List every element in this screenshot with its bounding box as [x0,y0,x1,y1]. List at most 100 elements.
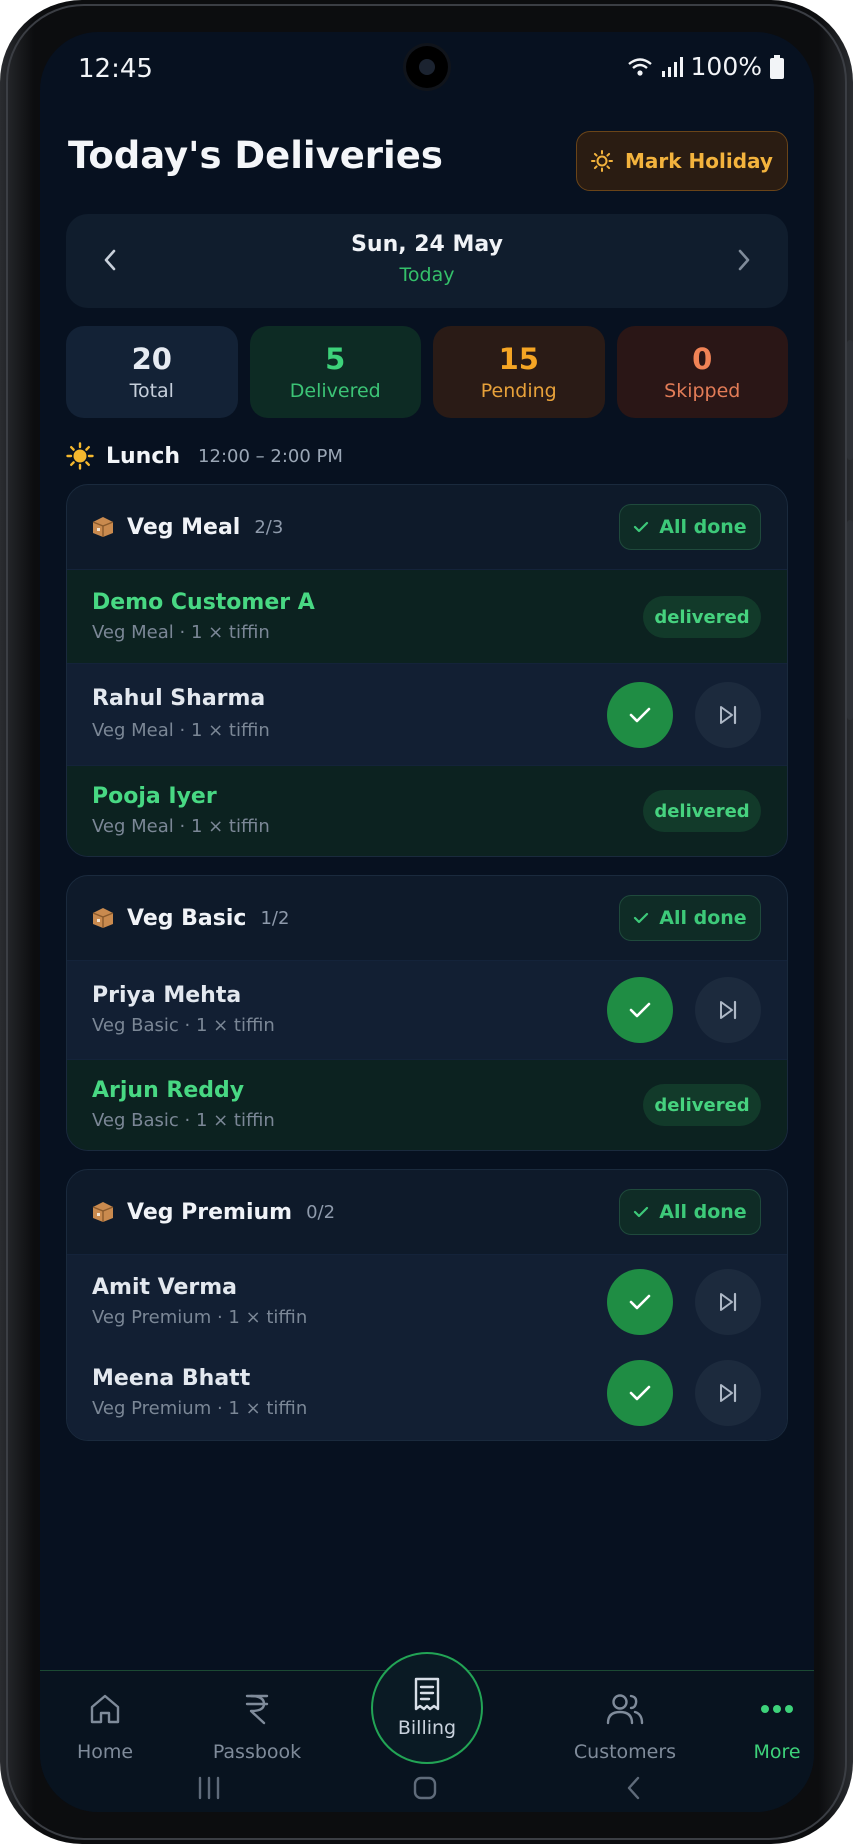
group-veg-premium: Veg Premium 0/2 All done Amit Verma Veg … [66,1169,788,1441]
wifi-icon [627,57,652,76]
customer-name: Arjun Reddy [92,1078,245,1103]
group-name: Veg Basic [127,905,247,931]
group-veg-meal: Veg Meal 2/3 All done Demo Customer A Ve… [66,484,788,857]
mark-holiday-label: Mark Holiday [625,149,773,173]
customer-row-amit-verma[interactable]: Amit Verma Veg Premium · 1 × tiffin [67,1254,787,1350]
customer-detail: Veg Meal · 1 × tiffin [92,720,270,741]
check-icon [634,912,649,924]
skip-next-icon [720,1383,737,1403]
phone-frame: 12:45 100% Today's Deliveries Mark Holid… [0,0,853,1844]
customer-name: Rahul Sharma [92,686,266,711]
group-name: Veg Meal [127,514,241,540]
nav-customers[interactable]: Customers [560,1689,690,1763]
front-camera [406,46,448,88]
group-count: 1/2 [260,907,290,929]
stat-skipped[interactable]: 0 Skipped [616,326,788,418]
nav-home-label: Home [76,1741,134,1763]
nav-billing[interactable]: Billing [371,1652,483,1764]
skip-button[interactable] [695,1269,761,1335]
stat-pending-label: Pending [480,380,557,402]
package-icon [92,517,114,537]
nav-passbook[interactable]: Passbook [192,1689,322,1763]
home-icon [90,1694,120,1724]
billing-fab-container: Billing [358,1652,496,1764]
more-dots-icon [761,1705,793,1713]
meal-time: 12:00 – 2:00 PM [198,445,343,467]
stat-total[interactable]: 20 Total [66,326,238,418]
all-done-button[interactable]: All done [619,895,761,941]
customer-detail: Veg Meal · 1 × tiffin [92,816,270,837]
back-icon[interactable] [624,1776,644,1800]
mark-delivered-button[interactable] [607,977,673,1043]
users-icon [606,1694,644,1725]
stats-row: 20 Total 5 Delivered 15 Pending 0 Skippe… [66,326,788,418]
check-icon [634,521,649,533]
customer-name: Amit Verma [92,1275,238,1300]
nav-customers-label: Customers [573,1741,677,1763]
check-icon [634,1206,649,1218]
check-icon [629,707,651,723]
rupee-icon [245,1694,269,1725]
home-circle-icon[interactable] [412,1776,438,1800]
stat-skipped-label: Skipped [664,380,741,402]
mark-delivered-button[interactable] [607,1360,673,1426]
customer-row-meena-bhatt[interactable]: Meena Bhatt Veg Premium · 1 × tiffin [67,1350,787,1440]
skip-button[interactable] [695,682,761,748]
nav-more[interactable]: More [712,1689,814,1763]
system-nav-bar [40,1772,814,1812]
customer-detail: Veg Basic · 1 × tiffin [92,1015,275,1036]
recent-apps-icon[interactable] [196,1776,222,1800]
page-title: Today's Deliveries [68,134,443,177]
stat-skipped-value: 0 [692,342,713,376]
stat-delivered[interactable]: 5 Delivered [249,326,421,418]
customer-row-priya-mehta[interactable]: Priya Mehta Veg Basic · 1 × tiffin [67,960,787,1059]
next-day-button[interactable] [726,242,762,278]
sun-icon [66,442,94,470]
customer-name: Pooja Iyer [92,784,217,809]
skip-button[interactable] [695,977,761,1043]
customer-name: Demo Customer A [92,590,315,615]
all-done-button[interactable]: All done [619,1189,761,1235]
status-icons: 100% [627,52,784,81]
customer-name: Meena Bhatt [92,1366,251,1391]
group-header: Veg Basic 1/2 All done [67,876,787,960]
customer-row-rahul-sharma[interactable]: Rahul Sharma Veg Meal · 1 × tiffin [67,663,787,765]
selected-date: Sun, 24 May [351,232,503,257]
nav-home[interactable]: Home [40,1689,170,1763]
receipt-icon [414,1677,440,1711]
customer-row-demo-customer-a[interactable]: Demo Customer A Veg Meal · 1 × tiffin de… [67,569,787,663]
meal-name: Lunch [106,443,181,469]
chevron-right-icon [738,249,750,271]
group-count: 2/3 [254,516,284,538]
customer-detail: Veg Basic · 1 × tiffin [92,1110,275,1131]
stat-total-label: Total [129,380,174,402]
all-done-label: All done [659,516,747,538]
package-icon [92,1202,114,1222]
stat-pending[interactable]: 15 Pending [433,326,605,418]
skip-button[interactable] [695,1360,761,1426]
check-icon [629,1002,651,1018]
mark-holiday-button[interactable]: Mark Holiday [576,131,788,191]
all-done-label: All done [659,907,747,929]
status-time: 12:45 [78,54,153,84]
skip-next-icon [720,705,737,725]
all-done-button[interactable]: All done [619,504,761,550]
delivered-badge: delivered [643,790,761,832]
customer-row-arjun-reddy[interactable]: Arjun Reddy Veg Basic · 1 × tiffin deliv… [67,1059,787,1150]
customer-row-pooja-iyer[interactable]: Pooja Iyer Veg Meal · 1 × tiffin deliver… [67,765,787,856]
customer-detail: Veg Premium · 1 × tiffin [92,1398,308,1419]
skip-next-icon [720,1000,737,1020]
mark-delivered-button[interactable] [607,682,673,748]
stat-pending-value: 15 [498,342,539,376]
volume-button [847,340,853,460]
mark-delivered-button[interactable] [607,1269,673,1335]
nav-billing-label: Billing [397,1717,457,1739]
group-header: Veg Meal 2/3 All done [67,485,787,569]
all-done-label: All done [659,1201,747,1223]
date-relative-label: Today [399,264,455,286]
customer-detail: Veg Premium · 1 × tiffin [92,1307,308,1328]
stat-delivered-label: Delivered [289,380,381,402]
battery-icon [770,54,784,79]
status-bar: 12:45 100% [40,32,814,102]
nav-passbook-label: Passbook [212,1741,302,1763]
